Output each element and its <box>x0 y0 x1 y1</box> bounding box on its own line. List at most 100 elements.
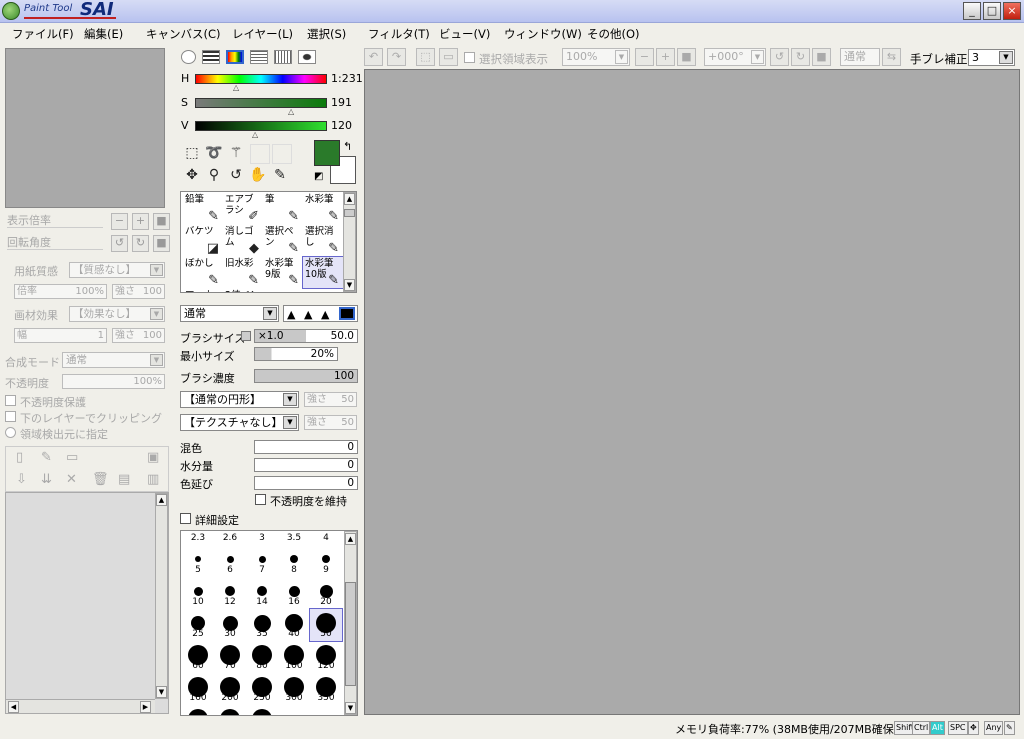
brush-size-cell[interactable]: 30 <box>214 609 246 641</box>
maximize-button[interactable]: □ <box>983 2 1001 20</box>
rotate-left-button[interactable]: ↺ <box>111 235 128 252</box>
rgb-slider-icon[interactable] <box>202 50 220 64</box>
delete-layer-icon[interactable]: 🗑 <box>92 472 109 487</box>
brush-size-cell[interactable]: 4 <box>310 531 342 545</box>
keep-opacity-checkbox[interactable] <box>255 494 266 505</box>
edge-hard-icon[interactable]: ▲ <box>287 308 295 321</box>
rotate-icon[interactable]: ↺ <box>227 166 245 184</box>
lasso-icon[interactable]: ➰ <box>205 144 223 162</box>
close-button[interactable]: × <box>1003 2 1021 20</box>
tool-cell[interactable]: 旧水彩 ✎ <box>223 257 263 288</box>
edge-square-icon[interactable] <box>339 307 355 320</box>
scroll-thumb[interactable] <box>344 209 355 217</box>
tool-cell[interactable]: 水彩筆 9版 ✎ <box>263 257 303 288</box>
brush-size-cell[interactable]: 50 <box>309 608 343 642</box>
paper-texture-select[interactable]: 【質感なし】 ▼ <box>69 262 165 278</box>
zoom-reset-button[interactable]: ■ <box>153 213 170 230</box>
brush-size-cell[interactable]: 3.5 <box>278 531 310 545</box>
brush-size-cell[interactable]: 60 <box>182 641 214 673</box>
blend-slider[interactable]: 0 <box>254 440 358 454</box>
hand-icon[interactable]: ✋ <box>249 166 267 184</box>
color-picker-icon[interactable] <box>298 50 316 64</box>
edge-soft-icon[interactable]: ▲ <box>321 308 329 321</box>
scroll-left-icon[interactable]: ◀ <box>8 701 19 713</box>
rotate-cw-tb-button[interactable]: ↻ <box>791 48 810 66</box>
menu-view[interactable]: ビュー(V) <box>439 26 490 42</box>
brush-size-cell[interactable]: 80 <box>246 641 278 673</box>
layer-list-vscrollbar[interactable]: ▲ ▼ <box>155 493 168 699</box>
brush-size-cell[interactable]: 25 <box>182 609 214 641</box>
rotate-reset-button[interactable]: ■ <box>153 235 170 252</box>
brush-size-cell[interactable]: 70 <box>214 641 246 673</box>
brush-size-cell[interactable]: 9 <box>310 545 342 577</box>
persistence-slider[interactable]: 0 <box>254 476 358 490</box>
zoom-icon[interactable]: ⚲ <box>205 166 223 184</box>
hsv-slider-icon[interactable] <box>226 50 244 64</box>
tool-cell[interactable]: マーカー <box>183 289 223 292</box>
menu-other[interactable]: その他(O) <box>587 26 640 42</box>
brush-size-mult-toggle[interactable] <box>241 331 251 341</box>
brush-size-cell[interactable]: 3 <box>246 531 278 545</box>
brush-size-cell[interactable]: 350 <box>310 673 342 705</box>
brush-edge-selector[interactable]: ▲ ▲ ▲ <box>283 305 358 322</box>
undo-icon[interactable]: ↶ <box>364 48 383 66</box>
zoom-reset-tb-button[interactable]: ■ <box>677 48 696 66</box>
value-handle[interactable]: △ <box>252 130 258 139</box>
new-linework-layer-icon[interactable]: ✎ <box>41 450 52 465</box>
brush-grid-scrollbar[interactable]: ▲ ▼ <box>344 531 357 715</box>
menu-canvas[interactable]: キャンバス(C) <box>146 26 221 42</box>
value-slider[interactable] <box>195 121 327 131</box>
saturation-slider[interactable] <box>195 98 327 108</box>
scroll-down-icon[interactable]: ▼ <box>345 702 356 714</box>
eyedropper-icon[interactable]: ✎ <box>271 166 289 184</box>
effect-width-field[interactable]: 幅1 <box>14 328 107 343</box>
brush-size-cell[interactable]: 10 <box>182 577 214 609</box>
tool-cell[interactable]: エアブラシ ✐ <box>223 193 263 224</box>
effect-select[interactable]: 【効果なし】 ▼ <box>69 306 165 322</box>
scroll-up-icon[interactable]: ▲ <box>156 494 167 506</box>
zoom-in-tb-button[interactable]: + <box>656 48 675 66</box>
brush-size-cell[interactable] <box>182 705 214 715</box>
swatches-icon[interactable] <box>250 50 268 64</box>
flip-view-icon[interactable]: ⇆ <box>882 48 901 66</box>
zoom-slider[interactable] <box>7 227 103 228</box>
paper-strength-field[interactable]: 強さ 100 <box>112 284 165 299</box>
texture-strength-field[interactable]: 強さ 50 <box>304 415 357 430</box>
brush-size-cell[interactable]: 40 <box>278 609 310 641</box>
tool-grid-scrollbar[interactable]: ▲ ▼ <box>343 192 356 292</box>
preserve-opacity-checkbox[interactable] <box>5 395 16 406</box>
rotate-reset-tb-button[interactable]: ■ <box>812 48 831 66</box>
angle-select[interactable]: +000° ▼ <box>704 48 766 66</box>
scroll-down-icon[interactable]: ▼ <box>156 686 167 698</box>
reset-colors-icon[interactable]: ◩ <box>314 171 323 182</box>
brush-size-cell[interactable]: 100 <box>278 641 310 673</box>
invert-selection-icon[interactable]: ▭ <box>439 48 458 66</box>
opacity-slider[interactable]: 100% <box>62 374 165 389</box>
advanced-checkbox[interactable] <box>180 513 191 524</box>
menu-window[interactable]: ウィンドウ(W) <box>504 26 582 42</box>
menu-layer[interactable]: レイヤー(L) <box>232 26 293 42</box>
menu-edit[interactable]: 編集(E) <box>84 26 123 42</box>
brush-size-cell[interactable]: 14 <box>246 577 278 609</box>
brush-size-cell[interactable]: 12 <box>214 577 246 609</box>
canvas-area[interactable] <box>364 69 1020 715</box>
new-folder-icon[interactable]: ▭ <box>66 450 78 465</box>
scroll-down-icon[interactable]: ▼ <box>344 279 355 291</box>
brush-size-cell[interactable]: 2.3 <box>182 531 214 545</box>
rotate-ccw-tb-button[interactable]: ↺ <box>770 48 789 66</box>
min-size-slider[interactable]: 20% <box>254 347 338 361</box>
minimize-button[interactable]: _ <box>963 2 981 20</box>
hue-handle[interactable]: △ <box>233 83 239 92</box>
brush-size-cell[interactable] <box>246 705 278 715</box>
tool-cell[interactable]: 選択ペン ✎ <box>263 225 303 256</box>
tool-cell[interactable]: 選択消し ✎ <box>303 225 343 256</box>
blend-mode-select[interactable]: 通常 ▼ <box>62 352 165 368</box>
layer-list[interactable]: ▲ ▼ ◀ ▶ <box>5 492 169 714</box>
brush-size-cell[interactable]: 160 <box>182 673 214 705</box>
zoom-in-button[interactable]: + <box>132 213 149 230</box>
navigator-preview[interactable] <box>5 48 165 208</box>
scroll-up-icon[interactable]: ▲ <box>345 533 356 545</box>
apply-mask-icon[interactable]: ▥ <box>147 472 159 487</box>
show-selection-checkbox[interactable] <box>464 52 475 63</box>
brush-size-cell[interactable]: 35 <box>246 609 278 641</box>
